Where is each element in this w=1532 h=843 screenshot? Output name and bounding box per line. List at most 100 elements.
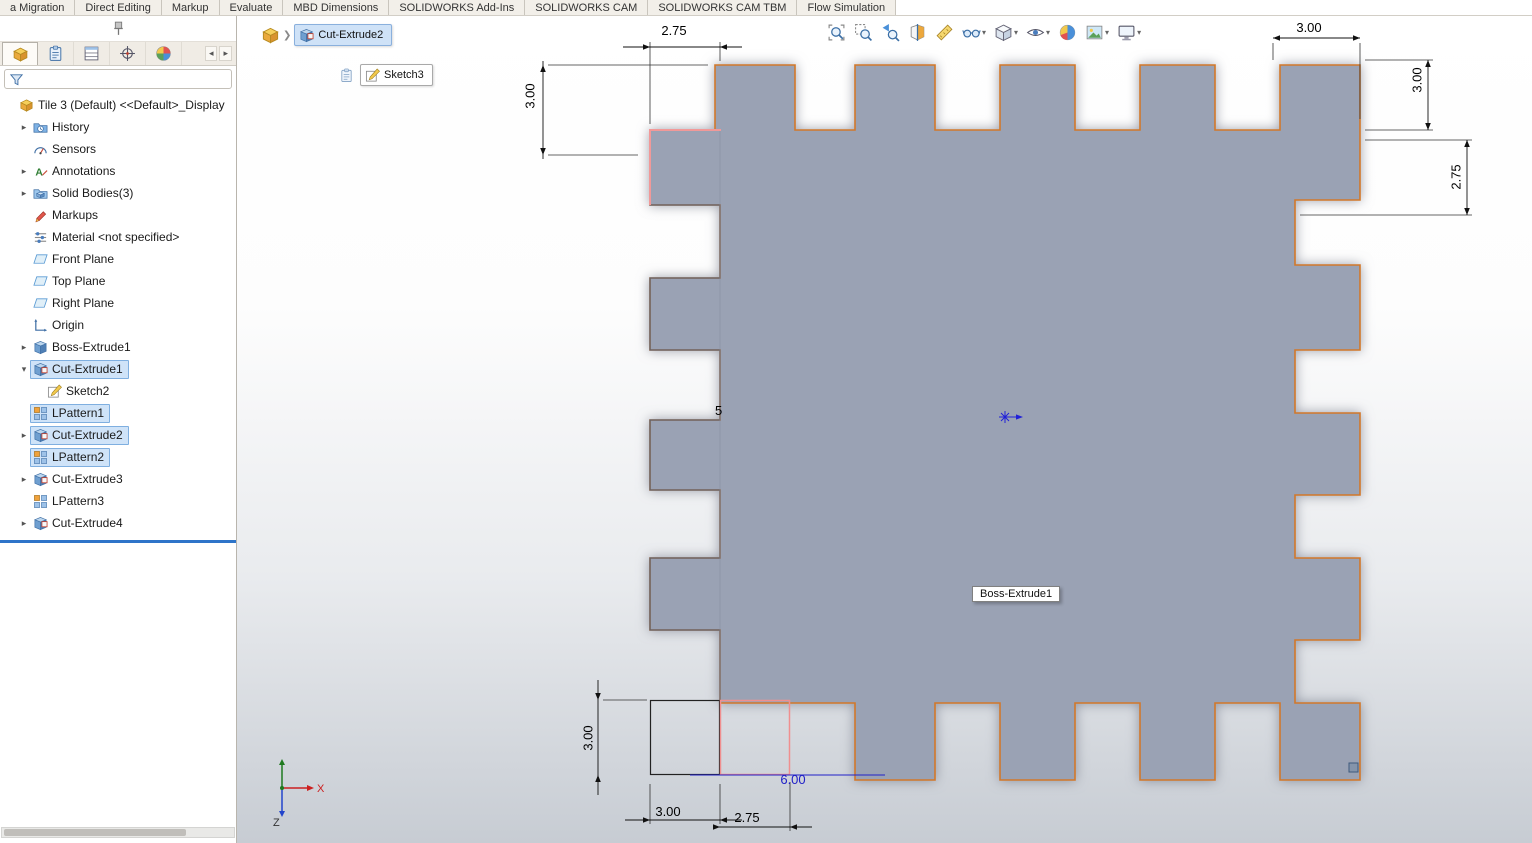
menu-tab-solidworks-cam-tbm[interactable]: SOLIDWORKS CAM TBM	[648, 0, 798, 15]
expand-right-icon[interactable]: ▸	[18, 474, 30, 485]
tree-item-boss-extrude1[interactable]: ▸ Boss-Extrude1	[0, 336, 236, 358]
section-icon	[908, 23, 927, 42]
svg-text:2.75: 2.75	[661, 23, 686, 38]
dimension-bottom-offset[interactable]: 2.75	[713, 782, 812, 831]
display-manager-tab[interactable]	[146, 42, 182, 65]
tree-item-cut-extrude1[interactable]: ▾ Cut-Extrude1	[0, 358, 236, 380]
tree-item-history[interactable]: ▸ History	[0, 116, 236, 138]
tree-item-label: Sensors	[52, 142, 97, 156]
tree-item-sensors[interactable]: Sensors	[0, 138, 236, 160]
dropdown-caret-icon[interactable]: ▾	[1014, 28, 1018, 37]
tree-item-label: Solid Bodies(3)	[52, 186, 134, 200]
configuration-manager-tab[interactable]	[74, 42, 110, 65]
expand-right-icon[interactable]: ▸	[18, 188, 30, 199]
breadcrumb-sketch-chip[interactable]: Sketch3	[360, 64, 433, 86]
tree-item-label: Cut-Extrude3	[52, 472, 123, 486]
dimension-bottom-left-vertical[interactable]: 3.00	[580, 680, 647, 795]
zoom-to-area-button[interactable]	[852, 21, 875, 44]
breadcrumb-part-icon[interactable]	[261, 26, 280, 45]
hide-show-items-button[interactable]: ▾	[960, 21, 988, 44]
tree-item-label: Tile 3 (Default) <<Default>_Display	[38, 98, 225, 112]
measure-button[interactable]	[933, 21, 956, 44]
menu-tab-markup[interactable]: Markup	[161, 0, 220, 15]
tree-item-label: Annotations	[52, 164, 116, 178]
menu-tab-mbd-dimensions[interactable]: MBD Dimensions	[283, 0, 390, 15]
expand-right-icon[interactable]: ▸	[18, 518, 30, 529]
list-icon	[83, 45, 100, 62]
tree-item-annotations[interactable]: ▸ Annotations	[0, 160, 236, 182]
plane-icon	[33, 296, 48, 311]
filter-funnel-icon[interactable]	[9, 72, 24, 87]
tree-item-lpattern1[interactable]: LPattern1	[0, 402, 236, 424]
zoom-area-icon	[854, 23, 873, 42]
property-manager-tab[interactable]	[38, 42, 74, 65]
tree-item-tile-3-default-default-display[interactable]: Tile 3 (Default) <<Default>_Display	[0, 94, 236, 116]
menu-tab-direct-editing[interactable]: Direct Editing	[75, 0, 162, 15]
model-scene[interactable]: 2.75 3.00 3.00 3.00 2.75 3.00 3.00 2.75 …	[237, 16, 1532, 843]
dropdown-caret-icon[interactable]: ▾	[1046, 28, 1050, 37]
dropdown-caret-icon[interactable]: ▾	[1137, 28, 1141, 37]
pattern-icon	[33, 450, 48, 465]
edit-appearance-button[interactable]	[1056, 21, 1079, 44]
rollback-bar[interactable]	[0, 540, 236, 543]
dimension-right-upper[interactable]: 3.00	[1365, 59, 1433, 131]
breadcrumb-feature-chip[interactable]: Cut-Extrude2	[294, 24, 393, 46]
cut-extrude-icon	[33, 516, 48, 531]
tree-item-lpattern2[interactable]: LPattern2	[0, 446, 236, 468]
tree-item-cut-extrude2[interactable]: ▸ Cut-Extrude2	[0, 424, 236, 446]
display-style-button[interactable]: ▾	[992, 21, 1020, 44]
vertex-handle[interactable]	[1348, 762, 1359, 773]
svg-text:3.00: 3.00	[655, 804, 680, 819]
panel-prev-button[interactable]: ◂	[204, 46, 218, 61]
tree-item-solid-bodies-3[interactable]: ▸ Solid Bodies(3)	[0, 182, 236, 204]
filter-box[interactable]	[4, 69, 232, 89]
tree-item-markups[interactable]: Markups	[0, 204, 236, 226]
tree-item-label: Material <not specified>	[52, 230, 180, 244]
menu-tab-flow-simulation[interactable]: Flow Simulation	[797, 0, 897, 15]
edge-digit: 5	[715, 403, 722, 418]
tree-item-sketch2[interactable]: Sketch2	[0, 380, 236, 402]
menu-tab-solidworks-cam[interactable]: SOLIDWORKS CAM	[525, 0, 649, 15]
scrollbar-thumb[interactable]	[4, 829, 186, 836]
dimxpert-manager-tab[interactable]	[110, 42, 146, 65]
tree-item-right-plane[interactable]: Right Plane	[0, 292, 236, 314]
tree-item-material-not-specified[interactable]: Material <not specified>	[0, 226, 236, 248]
section-view-button[interactable]	[906, 21, 929, 44]
menu-tab-solidworks-add-ins[interactable]: SOLIDWORKS Add-Ins	[389, 0, 526, 15]
expand-right-icon[interactable]: ▸	[18, 430, 30, 441]
tree-item-origin[interactable]: Origin	[0, 314, 236, 336]
menu-tab-evaluate[interactable]: Evaluate	[219, 0, 284, 15]
pin-icon[interactable]	[110, 20, 127, 37]
panel-tab-bar: ◂ ▸	[0, 42, 236, 66]
apply-scene-button[interactable]: ▾	[1083, 21, 1111, 44]
sketch-rectangle[interactable]	[719, 699, 791, 776]
tree-item-label: LPattern3	[52, 494, 105, 508]
breadcrumb-sketch-label: Sketch3	[384, 69, 424, 81]
view-display-button[interactable]: ▾	[1115, 21, 1143, 44]
tree-item-label: Right Plane	[52, 296, 115, 310]
zoom-to-fit-button[interactable]	[825, 21, 848, 44]
feature-manager-tab[interactable]	[2, 42, 38, 65]
tree-item-front-plane[interactable]: Front Plane	[0, 248, 236, 270]
feature-tree: Tile 3 (Default) <<Default>_Display ▸ Hist…	[0, 92, 236, 534]
tree-item-cut-extrude3[interactable]: ▸ Cut-Extrude3	[0, 468, 236, 490]
dimension-bottom-width[interactable]: 3.00	[625, 784, 742, 824]
tree-filter-input[interactable]	[28, 71, 227, 87]
tree-item-top-plane[interactable]: Top Plane	[0, 270, 236, 292]
view-settings-button[interactable]: ▾	[1024, 21, 1052, 44]
glasses-icon	[962, 23, 981, 42]
cut-region-outline[interactable]	[649, 699, 721, 776]
expand-right-icon[interactable]: ▸	[18, 342, 30, 353]
dropdown-caret-icon[interactable]: ▾	[982, 28, 986, 37]
tree-item-lpattern3[interactable]: LPattern3	[0, 490, 236, 512]
panel-next-button[interactable]: ▸	[219, 46, 232, 61]
expand-right-icon[interactable]: ▸	[18, 122, 30, 133]
expand-down-icon[interactable]: ▾	[18, 364, 30, 375]
expand-right-icon[interactable]: ▸	[18, 166, 30, 177]
previous-view-button[interactable]	[879, 21, 902, 44]
tree-item-cut-extrude4[interactable]: ▸ Cut-Extrude4	[0, 512, 236, 534]
graphics-area[interactable]: 2.75 3.00 3.00 3.00 2.75 3.00 3.00 2.75 …	[237, 16, 1532, 843]
panel-horizontal-scrollbar[interactable]	[1, 827, 235, 838]
dropdown-caret-icon[interactable]: ▾	[1105, 28, 1109, 37]
menu-tab-a-migration[interactable]: a Migration	[0, 0, 76, 15]
